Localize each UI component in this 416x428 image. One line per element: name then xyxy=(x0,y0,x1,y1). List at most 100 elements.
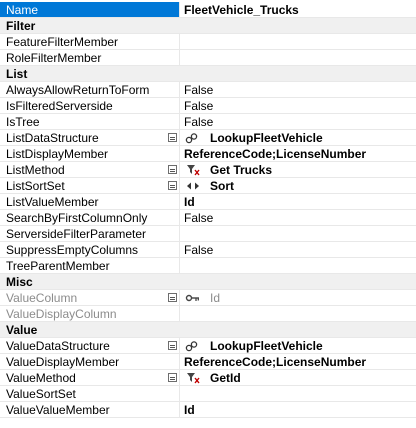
property-name: IsFilteredServerside xyxy=(0,98,180,113)
property-value[interactable]: GetId xyxy=(180,370,416,385)
category-label: Filter xyxy=(0,18,180,33)
property-row-list-display-member[interactable]: ListDisplayMember ReferenceCode;LicenseNu… xyxy=(0,146,416,162)
property-row-name[interactable]: Name FleetVehicle_Trucks xyxy=(0,2,416,18)
property-row-value-method[interactable]: ValueMethod GetId xyxy=(0,370,416,386)
property-row-list-sort-set[interactable]: ListSortSet Sort xyxy=(0,178,416,194)
property-name: ListValueMember xyxy=(0,194,180,209)
property-name-text: Name xyxy=(6,2,39,17)
category-spacer xyxy=(180,18,416,33)
property-name: ValueValueMember xyxy=(0,402,180,417)
property-row-value-column[interactable]: ValueColumn Id xyxy=(0,290,416,306)
filter-method-icon-glyph xyxy=(187,372,200,383)
property-value-text: LookupFleetVehicle xyxy=(210,338,323,353)
property-row-list-data-structure[interactable]: ListDataStructure LookupFleetVehicle xyxy=(0,130,416,146)
property-name-text: List xyxy=(6,66,28,81)
property-value-text: Get Trucks xyxy=(210,162,273,177)
property-value[interactable]: FleetVehicle_Trucks xyxy=(180,2,416,17)
property-value[interactable]: False xyxy=(180,98,416,113)
open-reference-icon[interactable] xyxy=(168,181,177,190)
property-name: ListDisplayMember xyxy=(0,146,180,161)
property-row-is-filtered-serverside[interactable]: IsFilteredServerside False xyxy=(0,98,416,114)
property-value-text: LookupFleetVehicle xyxy=(210,130,323,145)
property-name-text: FeatureFilterMember xyxy=(6,34,119,49)
property-row-is-tree[interactable]: IsTree False xyxy=(0,114,416,130)
category-misc[interactable]: Misc xyxy=(0,274,416,290)
property-name: ValueDisplayMember xyxy=(0,354,180,369)
property-value[interactable] xyxy=(180,34,416,49)
category-spacer xyxy=(180,322,416,337)
property-row-feature-filter-member[interactable]: FeatureFilterMember xyxy=(0,34,416,50)
property-value[interactable] xyxy=(180,306,416,321)
open-reference-icon[interactable] xyxy=(168,293,177,302)
property-name-text: ListDisplayMember xyxy=(6,146,109,161)
property-value[interactable]: Get Trucks xyxy=(180,162,416,177)
property-name-text: Misc xyxy=(6,274,33,289)
property-name: ValueSortSet xyxy=(0,386,180,401)
property-value[interactable]: ReferenceCode;LicenseNumber xyxy=(180,354,416,369)
property-row-search-by-first-column-only[interactable]: SearchByFirstColumnOnly False xyxy=(0,210,416,226)
link-icon-glyph xyxy=(185,340,198,351)
property-name-text: RoleFilterMember xyxy=(6,50,102,65)
category-spacer xyxy=(180,274,416,289)
property-value[interactable]: Sort xyxy=(180,178,416,193)
property-row-value-display-column[interactable]: ValueDisplayColumn xyxy=(0,306,416,322)
property-value[interactable]: LookupFleetVehicle xyxy=(180,130,416,145)
property-value[interactable]: False xyxy=(180,114,416,129)
category-filter[interactable]: Filter xyxy=(0,18,416,34)
property-name-text: TreeParentMember xyxy=(6,258,110,273)
property-name: ValueDisplayColumn xyxy=(0,306,180,321)
property-name: FeatureFilterMember xyxy=(0,34,180,49)
property-name: ValueMethod xyxy=(0,370,180,385)
property-name-text: Filter xyxy=(6,18,36,33)
property-row-role-filter-member[interactable]: RoleFilterMember xyxy=(0,50,416,66)
property-value-text: Id xyxy=(184,402,195,417)
property-value[interactable]: Id xyxy=(180,290,416,305)
property-row-tree-parent-member[interactable]: TreeParentMember xyxy=(0,258,416,274)
property-name-text: ValueValueMember xyxy=(6,402,110,417)
property-value[interactable]: Id xyxy=(180,402,416,417)
property-value[interactable]: LookupFleetVehicle xyxy=(180,338,416,353)
property-value-text: ReferenceCode;LicenseNumber xyxy=(184,354,367,369)
property-name: IsTree xyxy=(0,114,180,129)
property-value-text: False xyxy=(184,82,214,97)
property-value-text: FleetVehicle_Trucks xyxy=(184,2,299,17)
filter-method-icon-glyph xyxy=(187,164,200,175)
property-name: ValueColumn xyxy=(0,290,180,305)
filter-method-icon xyxy=(184,164,202,176)
property-row-always-allow-return-to-form[interactable]: AlwaysAllowReturnToForm False xyxy=(0,82,416,98)
property-row-value-data-structure[interactable]: ValueDataStructure LookupFleetVehicle xyxy=(0,338,416,354)
property-row-list-value-member[interactable]: ListValueMember Id xyxy=(0,194,416,210)
property-value-text: Id xyxy=(210,290,221,305)
property-name: AlwaysAllowReturnToForm xyxy=(0,82,180,97)
category-label: List xyxy=(0,66,180,81)
property-value-text: Id xyxy=(184,194,195,209)
property-name-text: ListValueMember xyxy=(6,194,99,209)
property-value[interactable]: False xyxy=(180,82,416,97)
property-value[interactable]: ReferenceCode;LicenseNumber xyxy=(180,146,416,161)
property-row-suppress-empty-columns[interactable]: SuppressEmptyColumns False xyxy=(0,242,416,258)
category-value[interactable]: Value xyxy=(0,322,416,338)
property-row-value-sort-set[interactable]: ValueSortSet xyxy=(0,386,416,402)
property-name-text: ValueDisplayMember xyxy=(6,354,120,369)
property-value[interactable]: False xyxy=(180,210,416,225)
property-name-text: SuppressEmptyColumns xyxy=(6,242,139,257)
category-spacer xyxy=(180,66,416,81)
property-row-value-value-member[interactable]: ValueValueMember Id xyxy=(0,402,416,418)
property-row-list-method[interactable]: ListMethod Get Trucks xyxy=(0,162,416,178)
property-name: ListMethod xyxy=(0,162,180,177)
open-reference-icon[interactable] xyxy=(168,373,177,382)
property-value[interactable] xyxy=(180,386,416,401)
property-value[interactable]: False xyxy=(180,242,416,257)
property-row-value-display-member[interactable]: ValueDisplayMember ReferenceCode;LicenseN… xyxy=(0,354,416,370)
open-reference-icon[interactable] xyxy=(168,133,177,142)
property-value[interactable]: Id xyxy=(180,194,416,209)
link-icon xyxy=(184,132,202,144)
property-value[interactable] xyxy=(180,226,416,241)
open-reference-icon[interactable] xyxy=(168,341,177,350)
open-reference-icon[interactable] xyxy=(168,165,177,174)
property-value[interactable] xyxy=(180,50,416,65)
category-list[interactable]: List xyxy=(0,66,416,82)
property-value[interactable] xyxy=(180,258,416,273)
property-row-serverside-filter-parameter[interactable]: ServersideFilterParameter xyxy=(0,226,416,242)
property-name-text: IsTree xyxy=(6,114,40,129)
